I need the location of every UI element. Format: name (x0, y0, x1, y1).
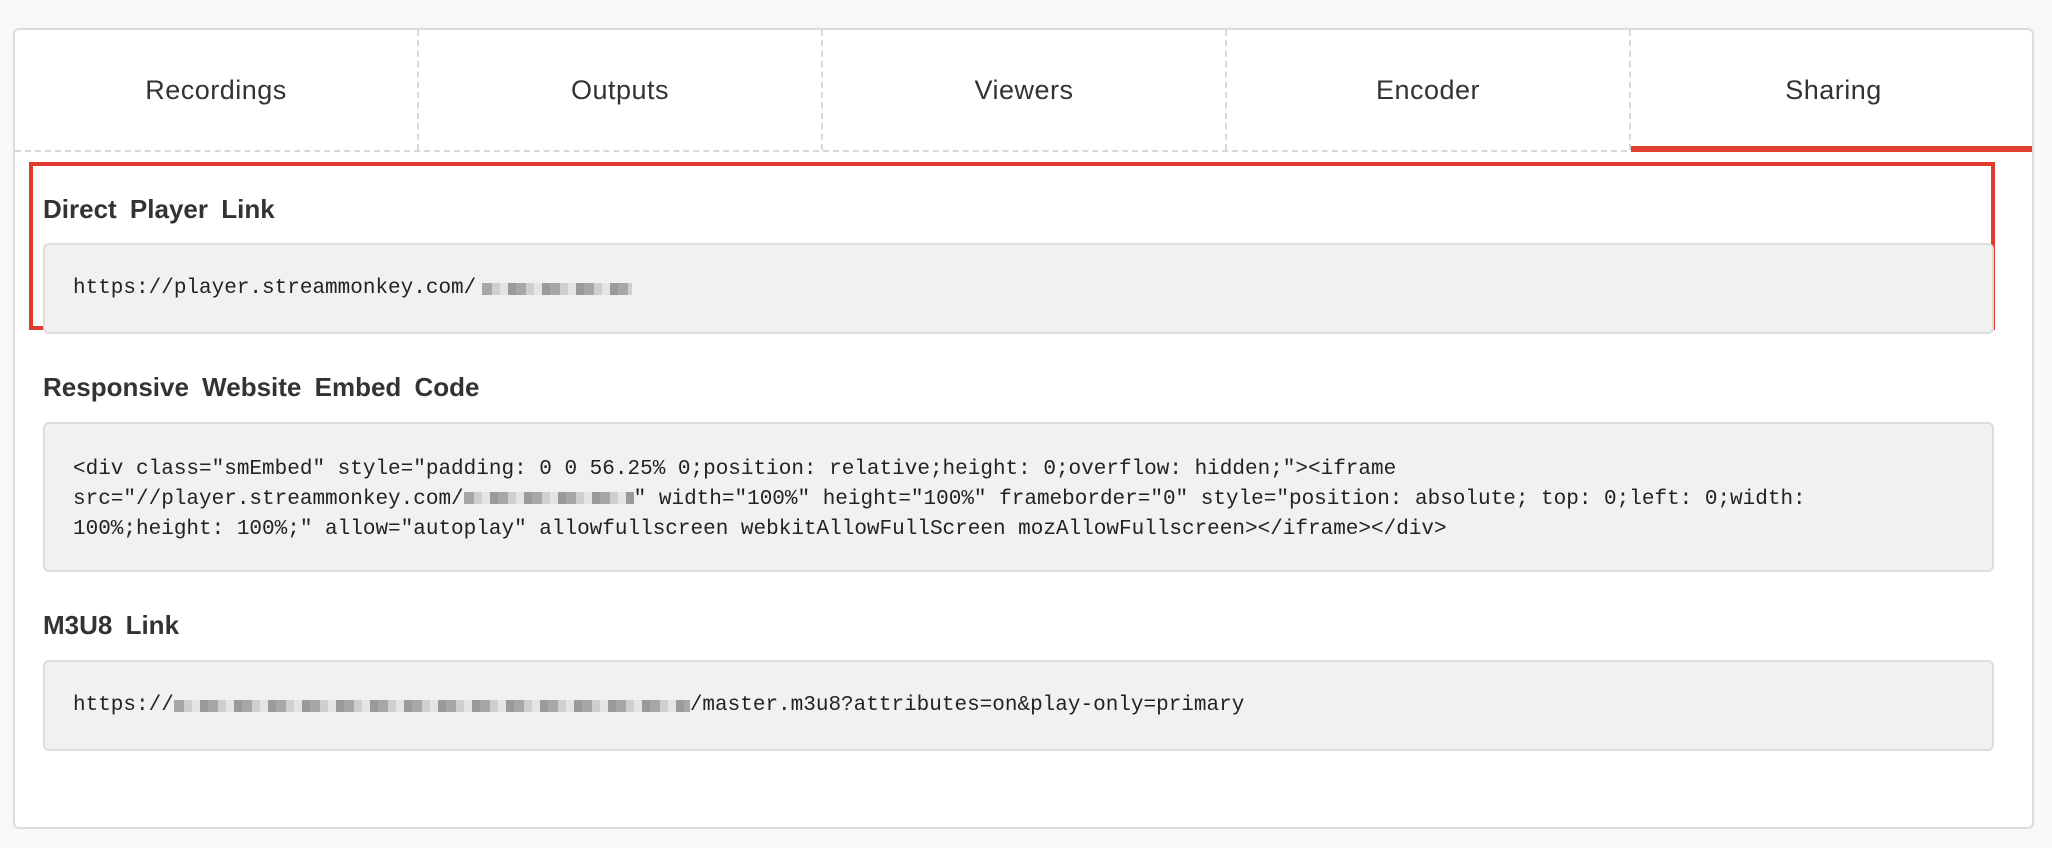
embed-code-title: Responsive Website Embed Code (43, 372, 480, 402)
tab-encoder[interactable]: Encoder (1227, 30, 1631, 150)
tab-sharing[interactable]: Sharing (1631, 30, 2032, 152)
embed-code-src-prefix: src="//player.streammonkey.com/ (73, 488, 464, 511)
tab-outputs[interactable]: Outputs (419, 30, 823, 150)
redacted-id (463, 492, 634, 505)
tab-bar: Recordings Outputs Viewers Encoder Shari… (15, 30, 2032, 152)
redacted-host (173, 699, 690, 712)
m3u8-link-field[interactable]: https:// /master.m3u8?attributes=on&play-… (43, 660, 1994, 751)
direct-player-link-value: https://player.streammonkey.com/ (73, 276, 477, 300)
embed-code-line-3: 100%;height: 100%;" allow="autoplay" all… (73, 518, 1447, 541)
embed-code-field[interactable]: <div class="smEmbed" style="padding: 0 0… (43, 422, 1994, 572)
m3u8-link-suffix: /master.m3u8?attributes=on&play-only=pri… (689, 693, 1245, 717)
m3u8-link-title: M3U8 Link (43, 610, 180, 640)
direct-player-link-field[interactable]: https://player.streammonkey.com/ (43, 243, 1994, 334)
direct-player-link-title: Direct Player Link (43, 194, 275, 224)
redacted-id (482, 282, 633, 295)
tab-viewers[interactable]: Viewers (823, 30, 1227, 150)
embed-code-line-2: src="//player.streammonkey.com/ " width="… (73, 485, 1964, 515)
embed-code-src-suffix: " width="100%" height="100%" frameborder… (633, 488, 1806, 511)
tab-recordings[interactable]: Recordings (15, 30, 419, 150)
embed-code-line-1: <div class="smEmbed" style="padding: 0 0… (73, 458, 1397, 481)
m3u8-link-prefix: https:// (73, 693, 174, 717)
